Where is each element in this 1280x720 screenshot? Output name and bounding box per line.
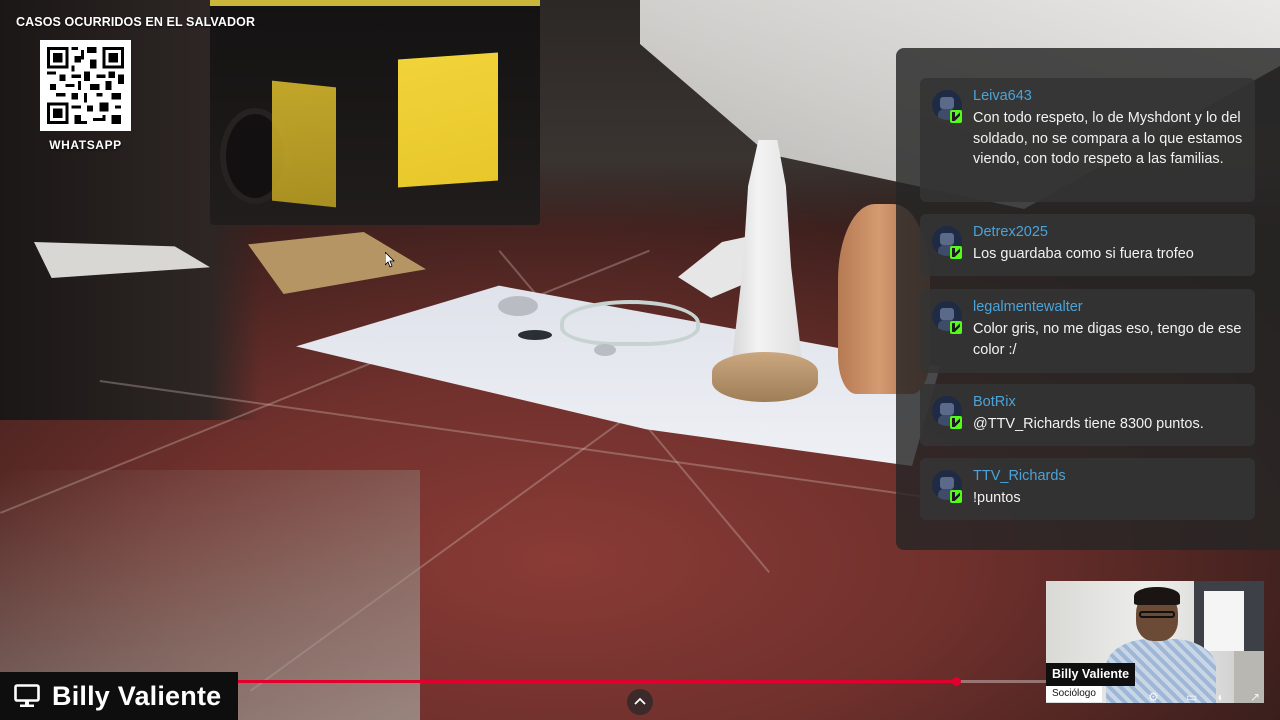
qr-code-icon [47, 47, 124, 124]
volume-icon[interactable]: ◖ [1216, 690, 1223, 704]
kick-badge-icon [950, 490, 962, 503]
qr-label: WHATSAPP [49, 138, 122, 152]
presenter-badge: Billy Valiente [0, 672, 238, 720]
chat-message-text: Los guardaba como si fuera trofeo [973, 246, 1194, 262]
kick-badge-icon [950, 416, 962, 429]
mouse-cursor-icon [385, 252, 395, 268]
progress-fill [238, 680, 957, 683]
chat-username[interactable]: Detrex2025 [973, 224, 1048, 240]
pip-icon[interactable]: ▭ [1186, 690, 1197, 704]
stone-item [518, 330, 552, 340]
kick-badge-icon [950, 321, 962, 334]
player-corner-icons: ⚙ ▭ ◖ ↗ [1146, 690, 1266, 710]
chat-message: TTV_Richards !puntos [920, 458, 1255, 520]
chevron-up-icon [634, 697, 646, 705]
chat-message: legalmentewalter Color gris, no me digas… [920, 289, 1255, 373]
fullscreen-icon[interactable]: ↗ [1250, 690, 1260, 704]
statue-base [712, 352, 818, 402]
whatsapp-qr-code [40, 40, 131, 131]
chat-username[interactable]: BotRix [973, 394, 1016, 410]
toolbox-label [272, 80, 336, 208]
chat-message-text: !puntos [973, 490, 1021, 506]
chat-username[interactable]: TTV_Richards [973, 468, 1066, 484]
chat-username[interactable]: Leiva643 [973, 88, 1032, 104]
toolbox-label [398, 52, 498, 188]
pendant-item [498, 296, 538, 316]
bracelet-item [560, 300, 700, 346]
chat-message-text: @TTV_Richards tiene 8300 puntos. [973, 416, 1204, 432]
cardboard-piece [248, 232, 426, 294]
settings-icon[interactable]: ⚙ [1148, 690, 1159, 704]
monitor-icon [14, 684, 40, 707]
chat-username[interactable]: legalmentewalter [973, 299, 1083, 315]
channel-title: CASOS OCURRIDOS EN EL SALVADOR [16, 15, 256, 29]
chat-message: Leiva643 Con todo respeto, lo de Myshdon… [920, 78, 1255, 202]
toolbox-edge [210, 0, 540, 6]
charm-item [594, 344, 616, 356]
kick-badge-icon [950, 246, 962, 259]
chat-message-text: Con todo respeto, lo de Myshdont y lo de… [973, 110, 1243, 167]
webcam-role-label: Sociólogo [1046, 686, 1102, 702]
chat-message: Detrex2025 Los guardaba como si fuera tr… [920, 214, 1255, 276]
kick-badge-icon [950, 110, 962, 123]
presenter-name: Billy Valiente [52, 680, 222, 711]
expand-controls-button[interactable] [627, 689, 653, 715]
chat-message: BotRix @TTV_Richards tiene 8300 puntos. [920, 384, 1255, 446]
chat-message-text: Color gris, no me digas eso, tengo de es… [973, 321, 1242, 358]
webcam-name-label: Billy Valiente [1046, 663, 1136, 686]
